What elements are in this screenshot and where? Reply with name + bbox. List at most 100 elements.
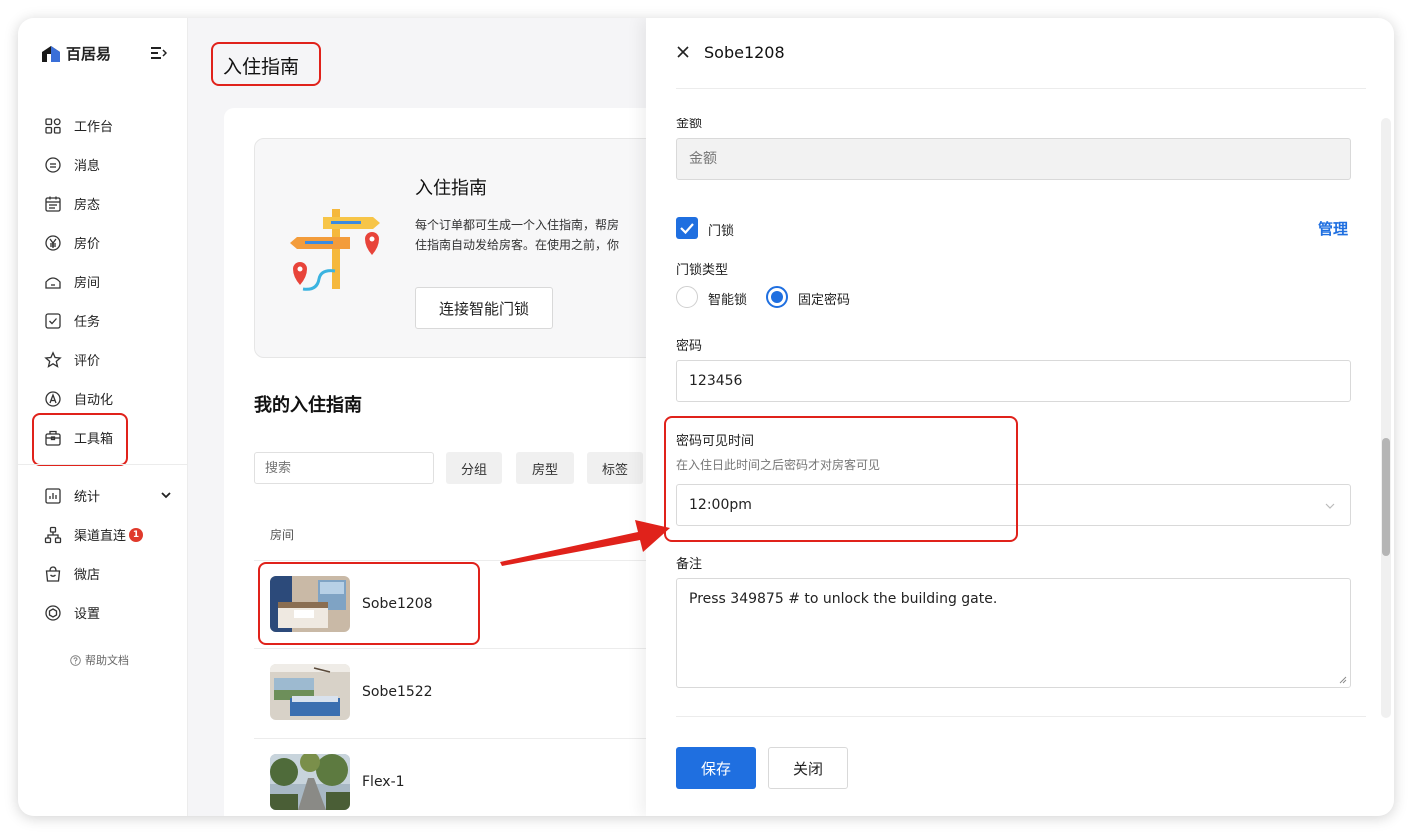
drawer-divider [676, 88, 1366, 89]
channel-icon [44, 526, 62, 544]
visible-time-label: 密码可见时间 [676, 434, 755, 449]
check-icon [680, 223, 694, 235]
signpost-illustration-icon [290, 209, 380, 291]
page-title: 入住指南 [223, 56, 300, 78]
message-icon [44, 156, 62, 174]
sidebar-item-settings[interactable]: 设置 [18, 593, 188, 632]
lock-type-label: 门锁类型 [676, 263, 729, 278]
sidebar-item-workbench[interactable]: 工作台 [18, 106, 188, 145]
sidebar-item-label: 工作台 [74, 120, 114, 135]
sidebar-item-label: 自动化 [74, 393, 114, 408]
close-button[interactable]: 关闭 [768, 747, 848, 789]
save-button[interactable]: 保存 [676, 747, 756, 789]
filter-tag-button[interactable]: 标签 [587, 452, 643, 484]
room-name: Sobe1208 [362, 596, 433, 612]
room-name: Flex-1 [362, 774, 405, 790]
sidebar-item-label: 设置 [74, 607, 101, 622]
manage-link[interactable]: 管理 [1318, 218, 1348, 239]
sidebar-item-statistics[interactable]: 统计 [18, 476, 188, 515]
sidebar-nav: 工作台 消息 房态 房价 房间 任务 评价 自动化 工具箱 [18, 106, 188, 457]
drawer-scroll-area: 金额 门锁 管理 门锁类型 智能锁 固定密码 密码 123456 密码可见时间 … [646, 118, 1394, 718]
room-thumbnail [270, 576, 350, 632]
sidebar: 百居易 工作台 消息 房态 房价 房间 任务 评价 自动化 工具箱 统计 渠道直… [18, 18, 188, 816]
sidebar-item-automation[interactable]: 自动化 [18, 379, 188, 418]
sidebar-item-label: 房价 [74, 237, 101, 252]
sidebar-divider [18, 464, 188, 465]
filter-room-type-button[interactable]: 房型 [516, 452, 574, 484]
amount-label: 金额 [676, 118, 703, 131]
sidebar-item-shop[interactable]: 微店 [18, 554, 188, 593]
note-text: Press 349875 # to unlock the building ga… [689, 591, 998, 607]
sidebar-item-label: 评价 [74, 354, 101, 369]
drawer-title: Sobe1208 [704, 43, 785, 62]
house-icon [44, 273, 62, 291]
sidebar-nav-secondary: 统计 渠道直连 1 微店 设置 [18, 476, 188, 632]
sidebar-item-channels[interactable]: 渠道直连 1 [18, 515, 188, 554]
password-input[interactable]: 123456 [676, 360, 1351, 402]
intro-description: 每个订单都可生成一个入住指南，帮房 住指南自动发给房客。在使用之前，你 [415, 218, 620, 252]
note-label: 备注 [676, 557, 703, 572]
visible-time-value: 12:00pm [689, 497, 752, 513]
help-docs-link[interactable]: 帮助文档 [70, 652, 129, 668]
radio-fixed-password-label: 固定密码 [798, 293, 851, 308]
sidebar-item-toolbox[interactable]: 工具箱 [18, 418, 188, 457]
resize-grip-icon[interactable] [1339, 676, 1347, 684]
sidebar-item-messages[interactable]: 消息 [18, 145, 188, 184]
amount-input[interactable] [676, 138, 1351, 180]
scrollbar-thumb[interactable] [1382, 438, 1390, 556]
calendar-icon [44, 195, 62, 213]
room-thumbnail [270, 664, 350, 720]
close-icon[interactable] [676, 45, 690, 59]
notification-badge: 1 [129, 527, 144, 542]
doorlock-label: 门锁 [708, 224, 735, 239]
table-row[interactable]: Sobe1208 [254, 560, 684, 648]
search-input[interactable] [254, 452, 434, 484]
question-circle-icon [70, 654, 81, 666]
sidebar-item-label: 渠道直连 [74, 529, 127, 544]
note-textarea[interactable]: Press 349875 # to unlock the building ga… [676, 578, 1351, 688]
dashboard-icon [44, 117, 62, 135]
visible-time-select[interactable]: 12:00pm [676, 484, 1351, 526]
brand[interactable]: 百居易 [40, 43, 111, 64]
yen-icon [44, 234, 62, 252]
footer-divider [676, 716, 1366, 717]
sidebar-item-label: 任务 [74, 315, 101, 330]
logo-icon [42, 45, 60, 62]
chevron-down-icon [1325, 503, 1335, 509]
drawer-scrollbar[interactable] [1381, 118, 1391, 718]
section-title: 我的入住指南 [254, 395, 362, 416]
help-docs-label: 帮助文档 [85, 654, 129, 667]
chart-icon [44, 487, 62, 505]
sidebar-item-reviews[interactable]: 评价 [18, 340, 188, 379]
sidebar-item-label: 房间 [74, 276, 101, 291]
password-label: 密码 [676, 339, 703, 354]
room-thumbnail [270, 754, 350, 810]
brand-name: 百居易 [66, 45, 112, 63]
radio-fixed-password[interactable] [766, 286, 788, 308]
sidebar-item-label: 工具箱 [74, 432, 114, 447]
doorlock-checkbox[interactable] [676, 217, 698, 239]
sidebar-item-label: 微店 [74, 568, 101, 583]
sidebar-item-room-status[interactable]: 房态 [18, 184, 188, 223]
table-row[interactable]: Flex-1 [254, 738, 684, 816]
radio-smart-lock[interactable] [676, 286, 698, 308]
chevron-down-icon[interactable] [160, 489, 172, 501]
guide-edit-drawer: Sobe1208 金额 门锁 管理 门锁类型 智能锁 固定密码 密码 12345… [646, 18, 1394, 816]
connect-smart-lock-button[interactable]: 连接智能门锁 [415, 287, 553, 329]
visible-time-hint: 在入住日此时间之后密码才对房客可见 [676, 458, 881, 472]
sidebar-item-tasks[interactable]: 任务 [18, 301, 188, 340]
collapse-menu-icon[interactable] [151, 46, 167, 60]
shop-bag-icon [44, 565, 62, 583]
sidebar-item-label: 房态 [74, 198, 101, 213]
sidebar-item-price[interactable]: 房价 [18, 223, 188, 262]
sidebar-item-label: 统计 [74, 490, 101, 505]
room-name: Sobe1522 [362, 684, 433, 700]
app-window: 百居易 工作台 消息 房态 房价 房间 任务 评价 自动化 工具箱 统计 渠道直… [18, 18, 1394, 816]
sidebar-item-label: 消息 [74, 159, 101, 174]
filter-group-button[interactable]: 分组 [446, 452, 502, 484]
checkbox-icon [44, 312, 62, 330]
table-row[interactable]: Sobe1522 [254, 648, 684, 736]
settings-icon [44, 604, 62, 622]
sidebar-item-rooms[interactable]: 房间 [18, 262, 188, 301]
radio-smart-lock-label: 智能锁 [708, 293, 748, 308]
